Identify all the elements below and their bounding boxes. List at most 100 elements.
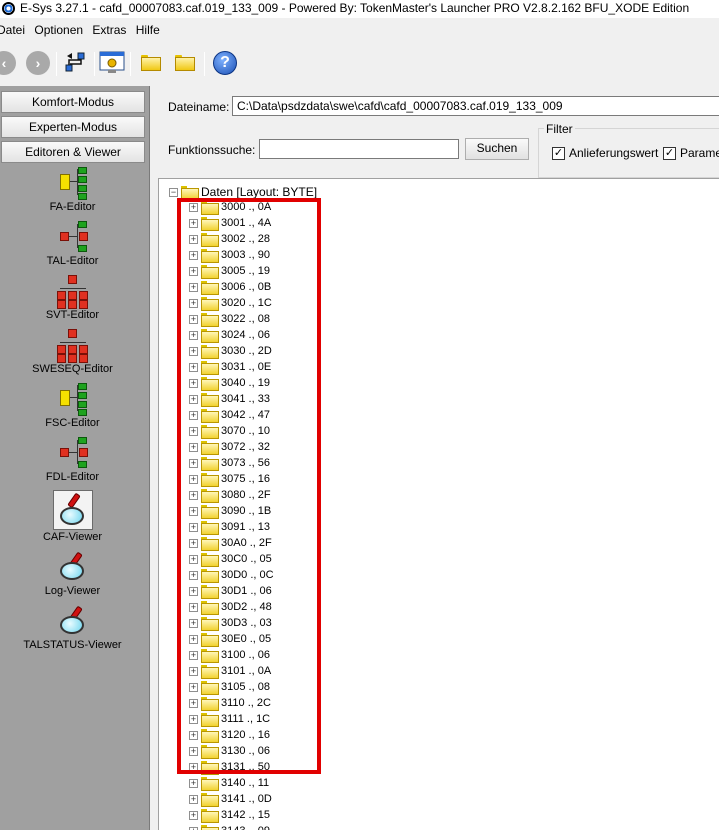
tree-item[interactable]: +3090 ., 1B — [189, 503, 274, 519]
expand-icon[interactable]: + — [189, 426, 198, 436]
tree-item[interactable]: +3040 ., 19 — [189, 375, 274, 391]
open-folder-2-icon[interactable] — [170, 48, 198, 76]
tree-item[interactable]: +3042 ., 47 — [189, 407, 274, 423]
tree-root[interactable]: − Daten [Layout: BYTE] — [169, 185, 317, 200]
sweseq-editor-tool[interactable]: SWESEQ-Editor — [0, 328, 145, 375]
open-folder-icon[interactable] — [136, 48, 164, 76]
expand-icon[interactable]: + — [189, 202, 198, 212]
tree-item[interactable]: +3091 ., 13 — [189, 519, 274, 535]
expand-icon[interactable]: + — [189, 538, 198, 548]
experten-modus-button[interactable]: Experten-Modus — [1, 116, 145, 138]
expand-icon[interactable]: + — [189, 810, 198, 820]
expand-icon[interactable]: + — [189, 234, 198, 244]
tree-item[interactable]: +3101 ., 0A — [189, 663, 274, 679]
expand-icon[interactable]: + — [189, 474, 198, 484]
tree-item[interactable]: +3020 ., 1C — [189, 295, 274, 311]
expand-icon[interactable]: + — [189, 458, 198, 468]
fdl-editor-tool[interactable]: FDL-Editor — [0, 436, 145, 483]
tree-item[interactable]: +3140 ., 11 — [189, 775, 274, 791]
expand-icon[interactable]: + — [189, 602, 198, 612]
expand-icon[interactable]: + — [189, 826, 198, 830]
suchen-button[interactable]: Suchen — [465, 138, 529, 160]
talstatus-viewer-tool[interactable]: TALSTATUS-Viewer — [0, 604, 145, 651]
tree-item[interactable]: +3070 ., 10 — [189, 423, 274, 439]
expand-icon[interactable]: + — [189, 618, 198, 628]
dateiname-field[interactable]: C:\Data\psdzdata\swe\cafd\cafd_00007083.… — [232, 96, 719, 116]
tree-item[interactable]: +3141 ., 0D — [189, 791, 274, 807]
help-icon[interactable]: ? — [213, 51, 237, 75]
tree-item[interactable]: +3105 ., 08 — [189, 679, 274, 695]
tree-item[interactable]: +3131 ., 50 — [189, 759, 274, 775]
tree-item[interactable]: +3100 ., 06 — [189, 647, 274, 663]
forward-icon[interactable]: › — [26, 51, 50, 75]
tree-item[interactable]: +3080 ., 2F — [189, 487, 274, 503]
expand-icon[interactable]: + — [189, 346, 198, 356]
funktionssuche-input[interactable] — [259, 139, 459, 159]
fsc-editor-tool[interactable]: FSC-Editor — [0, 382, 145, 429]
tree-item[interactable]: +3143 ., 09 — [189, 823, 274, 830]
tree-item[interactable]: +3031 ., 0E — [189, 359, 274, 375]
log-viewer-tool[interactable]: Log-Viewer — [0, 550, 145, 597]
expand-icon[interactable]: + — [189, 410, 198, 420]
collapse-icon[interactable]: − — [169, 187, 178, 197]
tree-item[interactable]: +3022 ., 08 — [189, 311, 274, 327]
tree-item[interactable]: +3001 ., 4A — [189, 215, 274, 231]
tree-item[interactable]: +3030 ., 2D — [189, 343, 274, 359]
expand-icon[interactable]: + — [189, 714, 198, 724]
tree-item[interactable]: +30E0 ., 05 — [189, 631, 274, 647]
expand-icon[interactable]: + — [189, 362, 198, 372]
tal-editor-tool[interactable]: TAL-Editor — [0, 220, 145, 267]
svt-editor-tool[interactable]: SVT-Editor — [0, 274, 145, 321]
expand-icon[interactable]: + — [189, 330, 198, 340]
tree-item[interactable]: +3142 ., 15 — [189, 807, 274, 823]
expand-icon[interactable]: + — [189, 698, 198, 708]
tree-item[interactable]: +3130 ., 06 — [189, 743, 274, 759]
expand-icon[interactable]: + — [189, 666, 198, 676]
expand-icon[interactable]: + — [189, 442, 198, 452]
expand-icon[interactable]: + — [189, 394, 198, 404]
expand-icon[interactable]: + — [189, 378, 198, 388]
expand-icon[interactable]: + — [189, 682, 198, 692]
expand-icon[interactable]: + — [189, 746, 198, 756]
tree-item[interactable]: +3005 ., 19 — [189, 263, 274, 279]
expand-icon[interactable]: + — [189, 282, 198, 292]
tree-item[interactable]: +3075 ., 16 — [189, 471, 274, 487]
expand-icon[interactable]: + — [189, 314, 198, 324]
back-icon[interactable]: ‹ — [0, 51, 16, 75]
tree-item[interactable]: +3120 ., 16 — [189, 727, 274, 743]
tree-item[interactable]: +3111 ., 1C — [189, 711, 274, 727]
tree-item[interactable]: +3024 ., 06 — [189, 327, 274, 343]
expand-icon[interactable]: + — [189, 218, 198, 228]
tree-item[interactable]: +3002 ., 28 — [189, 231, 274, 247]
expand-icon[interactable]: + — [189, 762, 198, 772]
tree-item[interactable]: +3073 ., 56 — [189, 455, 274, 471]
anlieferungswert-checkbox[interactable]: ✓ Anlieferungswert — [552, 146, 658, 160]
expand-icon[interactable]: + — [189, 522, 198, 532]
tree-item[interactable]: +3072 ., 32 — [189, 439, 274, 455]
expand-icon[interactable]: + — [189, 570, 198, 580]
menu-optionen[interactable]: Optionen — [34, 20, 87, 37]
expand-icon[interactable]: + — [189, 730, 198, 740]
tree-item[interactable]: +30A0 ., 2F — [189, 535, 274, 551]
menu-extras[interactable]: Extras — [92, 20, 130, 37]
connect-icon[interactable] — [62, 48, 90, 76]
tree-item[interactable]: +3110 ., 2C — [189, 695, 274, 711]
expand-icon[interactable]: + — [189, 298, 198, 308]
tree-item[interactable]: +3006 ., 0B — [189, 279, 274, 295]
fa-editor-tool[interactable]: FA-Editor — [0, 166, 145, 213]
expand-icon[interactable]: + — [189, 586, 198, 596]
editoren-viewer-button[interactable]: Editoren & Viewer — [1, 141, 145, 163]
tree-item[interactable]: +30D1 ., 06 — [189, 583, 274, 599]
expand-icon[interactable]: + — [189, 650, 198, 660]
tree-item[interactable]: +3003 ., 90 — [189, 247, 274, 263]
expand-icon[interactable]: + — [189, 794, 198, 804]
menu-hilfe[interactable]: Hilfe — [136, 20, 164, 37]
expand-icon[interactable]: + — [189, 634, 198, 644]
tree-item[interactable]: +30D2 ., 48 — [189, 599, 274, 615]
expand-icon[interactable]: + — [189, 778, 198, 788]
expand-icon[interactable]: + — [189, 506, 198, 516]
tree-item[interactable]: +30D0 ., 0C — [189, 567, 274, 583]
expand-icon[interactable]: + — [189, 554, 198, 564]
tal-icon[interactable] — [98, 48, 126, 76]
tree-item[interactable]: +30C0 ., 05 — [189, 551, 274, 567]
